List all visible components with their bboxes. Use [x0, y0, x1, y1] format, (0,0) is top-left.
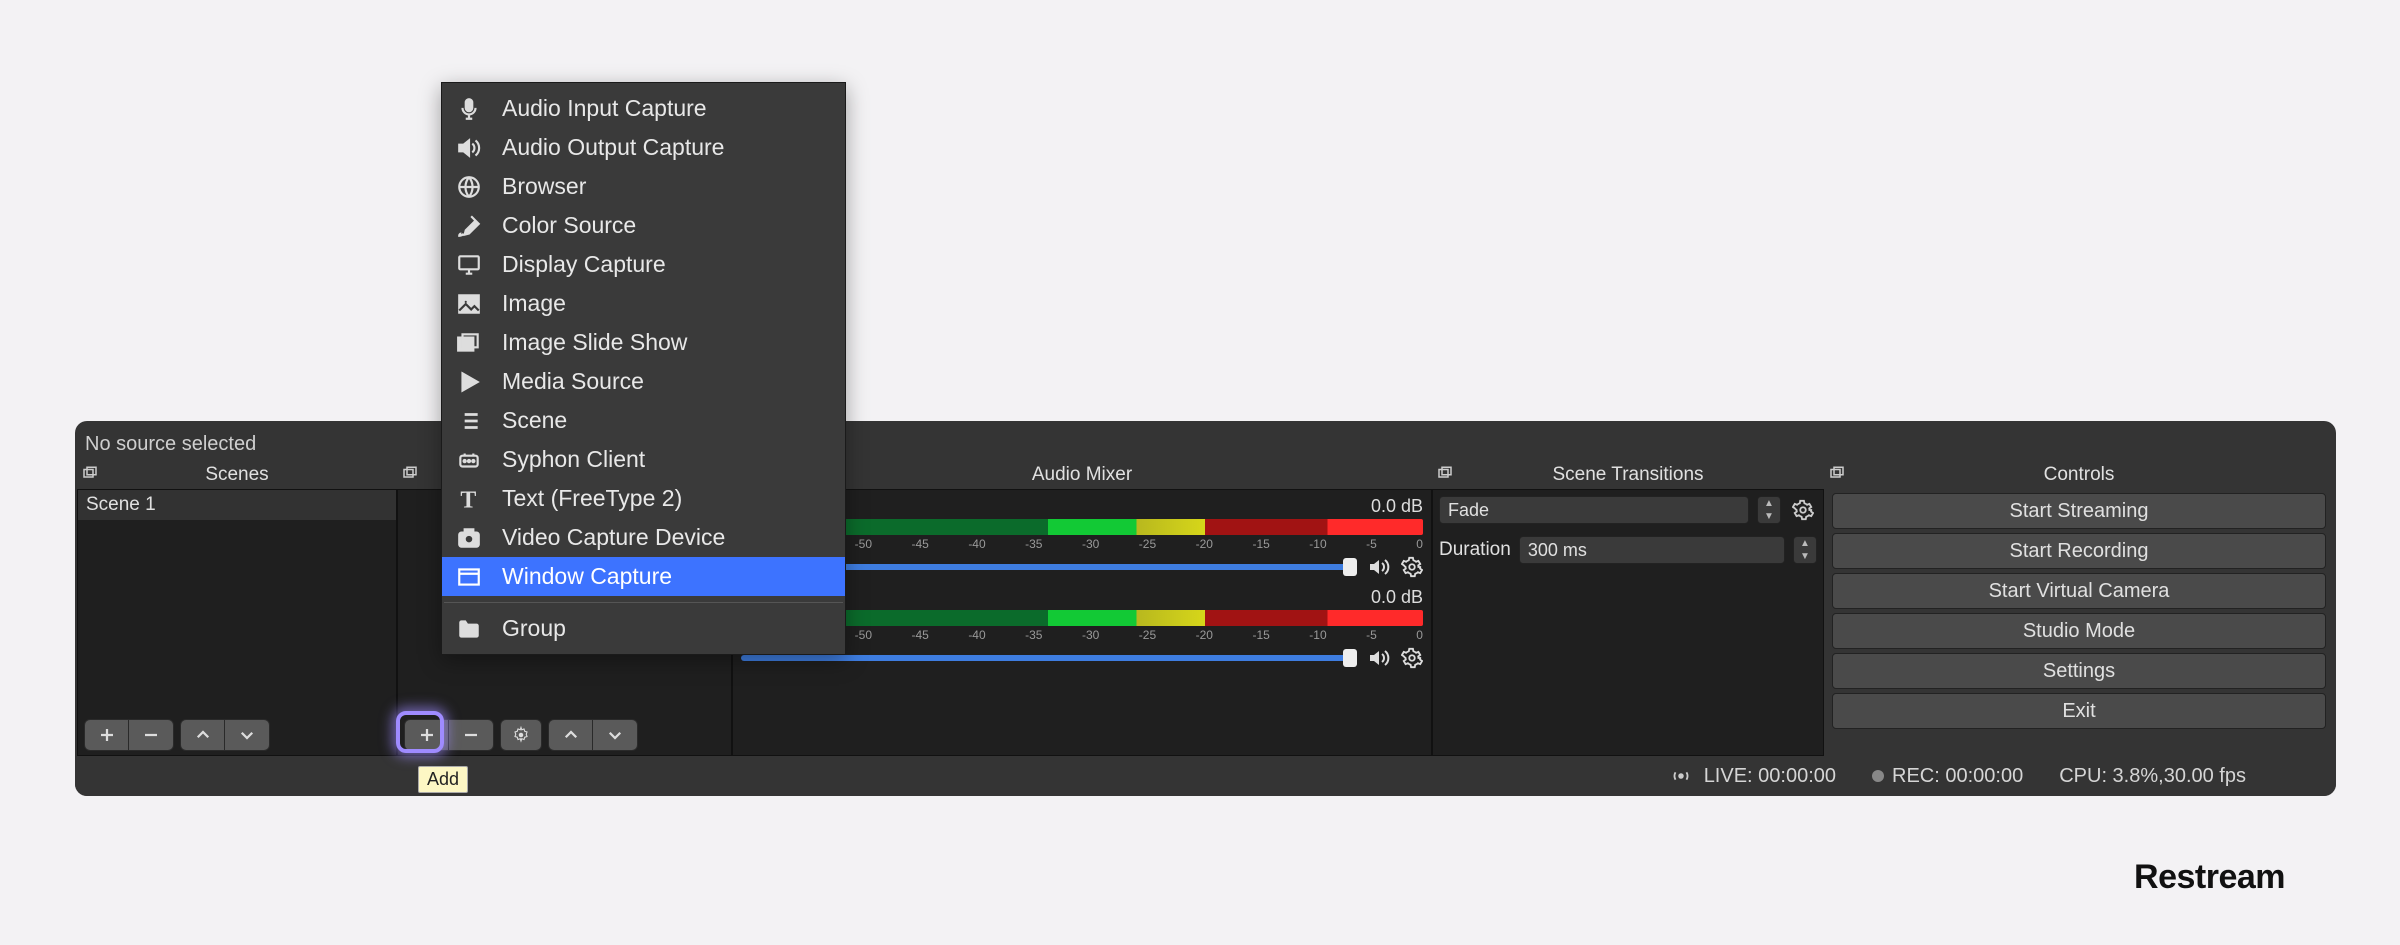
menu-item-label: Browser — [502, 173, 586, 200]
live-status: LIVE: 00:00:00 — [1670, 765, 1836, 788]
menu-item-text[interactable]: T Text (FreeType 2) — [442, 479, 845, 518]
popout-icon[interactable] — [1436, 465, 1456, 485]
source-down-button[interactable] — [593, 720, 637, 750]
add-tooltip: Add — [418, 766, 468, 793]
menu-item-mic[interactable]: Audio Input Capture — [442, 89, 845, 128]
start-streaming-button[interactable]: Start Streaming — [1832, 493, 2326, 529]
gear-icon[interactable] — [1401, 556, 1423, 578]
status-bar: LIVE: 00:00:00 REC: 00:00:00 CPU: 3.8%,3… — [75, 756, 2336, 796]
menu-item-label: Image — [502, 290, 566, 317]
scene-up-button[interactable] — [181, 720, 225, 750]
mixer-channel-db: 0.0 dB — [1371, 587, 1423, 608]
add-source-menu: Audio Input Capture Audio Output Capture B… — [441, 82, 846, 655]
menu-item-camera[interactable]: Video Capture Device — [442, 518, 845, 557]
popout-icon[interactable] — [1828, 465, 1848, 485]
menu-separator — [444, 602, 843, 603]
menu-item-label: Display Capture — [502, 251, 666, 278]
restream-logo: Restream — [2134, 858, 2285, 897]
play-icon — [452, 369, 486, 395]
obs-window: No source selected Scenes Scene 1 — [75, 421, 2336, 796]
folder-icon — [452, 616, 486, 642]
scene-down-button[interactable] — [225, 720, 269, 750]
controls-header: Controls — [1824, 461, 2334, 489]
cpu-status: CPU: 3.8%,30.00 fps — [2059, 765, 2246, 788]
slides-icon — [452, 330, 486, 356]
popout-icon[interactable] — [81, 465, 101, 485]
duration-label: Duration — [1439, 539, 1511, 561]
rec-status: REC: 00:00:00 — [1872, 765, 2023, 788]
text-icon: T — [452, 486, 486, 512]
menu-item-label: Window Capture — [502, 563, 672, 590]
menu-item-group[interactable]: Group — [442, 609, 845, 648]
menu-item-speaker[interactable]: Audio Output Capture — [442, 128, 845, 167]
transition-gear-icon[interactable] — [1789, 496, 1817, 524]
brush-icon — [452, 213, 486, 239]
mixer-channel-db: 0.0 dB — [1371, 496, 1423, 517]
speaker-icon — [452, 135, 486, 161]
menu-item-label: Text (FreeType 2) — [502, 485, 682, 512]
scene-remove-button[interactable] — [129, 720, 173, 750]
duration-input[interactable]: 300 ms — [1519, 536, 1785, 564]
popout-icon[interactable] — [401, 465, 421, 485]
no-source-label: No source selected — [85, 431, 256, 457]
menu-item-image[interactable]: Image — [442, 284, 845, 323]
source-up-button[interactable] — [549, 720, 593, 750]
gear-icon[interactable] — [1401, 647, 1423, 669]
scene-item[interactable]: Scene 1 — [78, 490, 396, 520]
source-add-button[interactable] — [405, 720, 449, 750]
transition-stepper[interactable]: ▲▼ — [1757, 496, 1781, 524]
transition-select[interactable]: Fade — [1439, 496, 1749, 524]
menu-item-brush[interactable]: Color Source — [442, 206, 845, 245]
menu-item-label: Image Slide Show — [502, 329, 687, 356]
start-recording-button[interactable]: Start Recording — [1832, 533, 2326, 569]
transitions-panel: Scene Transitions Fade ▲▼ Duration 300 m… — [1432, 461, 1824, 756]
controls-title: Controls — [2044, 464, 2115, 485]
mic-icon — [452, 96, 486, 122]
svg-text:T: T — [460, 487, 476, 511]
menu-item-list[interactable]: Scene — [442, 401, 845, 440]
scenes-header: Scenes — [77, 461, 397, 489]
scenes-title: Scenes — [205, 464, 268, 485]
studio-mode-button[interactable]: Studio Mode — [1832, 613, 2326, 649]
menu-item-label: Audio Output Capture — [502, 134, 724, 161]
menu-item-label: Scene — [502, 407, 567, 434]
globe-icon — [452, 174, 486, 200]
menu-item-label: Video Capture Device — [502, 524, 725, 551]
menu-item-label: Color Source — [502, 212, 636, 239]
menu-item-monitor[interactable]: Display Capture — [442, 245, 845, 284]
list-icon — [452, 408, 486, 434]
transitions-header: Scene Transitions — [1432, 461, 1824, 489]
scene-add-button[interactable] — [85, 720, 129, 750]
volume-slider[interactable] — [741, 655, 1357, 661]
transition-selected-label: Fade — [1448, 500, 1489, 521]
exit-button[interactable]: Exit — [1832, 693, 2326, 729]
source-remove-button[interactable] — [449, 720, 493, 750]
menu-item-label: Media Source — [502, 368, 644, 395]
menu-item-globe[interactable]: Browser — [442, 167, 845, 206]
menu-item-label: Group — [502, 615, 566, 642]
camera-icon — [452, 525, 486, 551]
duration-stepper[interactable]: ▲▼ — [1793, 536, 1817, 564]
image-icon — [452, 291, 486, 317]
duration-value: 300 ms — [1528, 540, 1587, 561]
syphon-icon — [452, 447, 486, 473]
monitor-icon — [452, 252, 486, 278]
menu-item-syphon[interactable]: Syphon Client — [442, 440, 845, 479]
menu-item-slides[interactable]: Image Slide Show — [442, 323, 845, 362]
menu-item-label: Audio Input Capture — [502, 95, 707, 122]
controls-panel: Controls Start Streaming Start Recording… — [1824, 461, 2334, 756]
menu-item-label: Syphon Client — [502, 446, 645, 473]
transitions-title: Scene Transitions — [1552, 464, 1703, 485]
mute-icon[interactable] — [1367, 555, 1391, 579]
scene-item-label: Scene 1 — [86, 494, 156, 515]
scenes-panel: Scenes Scene 1 — [77, 461, 397, 756]
menu-item-window[interactable]: Window Capture — [442, 557, 845, 596]
source-gear-button[interactable] — [501, 720, 541, 750]
start-virtual-camera-button[interactable]: Start Virtual Camera — [1832, 573, 2326, 609]
window-icon — [452, 564, 486, 590]
mute-icon[interactable] — [1367, 646, 1391, 670]
menu-item-play[interactable]: Media Source — [442, 362, 845, 401]
settings-button[interactable]: Settings — [1832, 653, 2326, 689]
mixer-title: Audio Mixer — [1032, 464, 1132, 485]
